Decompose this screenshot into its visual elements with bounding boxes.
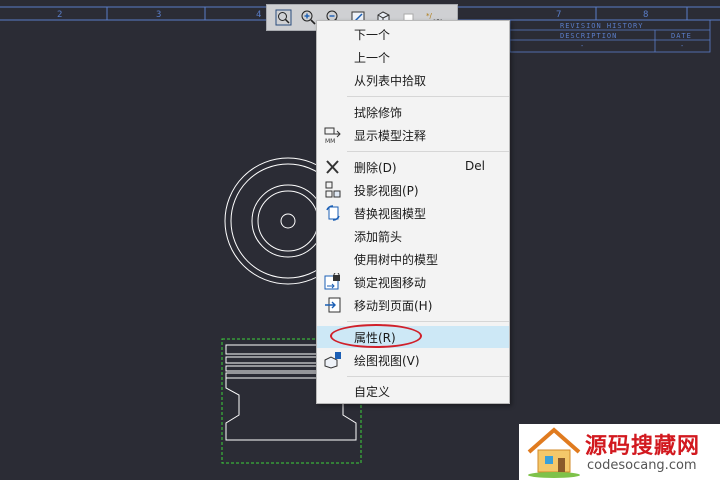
menu-item-properties[interactable]: 属性(R) bbox=[317, 326, 509, 348]
menu-item-label: 自定义 bbox=[354, 385, 391, 399]
zone-label-2: 2 bbox=[57, 10, 62, 20]
menu-item-shortcut: Del bbox=[465, 159, 485, 173]
move-to-sheet-icon bbox=[325, 297, 341, 313]
context-menu: 下一个 上一个 从列表中拾取 拭除修饰 MM 显示模型注释 删除(D) Del … bbox=[316, 20, 510, 404]
menu-item-erase-cosmetic[interactable]: 拭除修饰 bbox=[317, 101, 509, 123]
menu-item-label: 锁定视图移动 bbox=[354, 276, 427, 290]
menu-separator bbox=[347, 151, 509, 152]
watermark: 源码搜藏网 codesocang.com bbox=[519, 424, 720, 480]
menu-item-previous[interactable]: 上一个 bbox=[317, 46, 509, 68]
menu-item-label: 替换视图模型 bbox=[354, 207, 427, 221]
revision-table-title: REVISION HISTORY bbox=[560, 22, 643, 30]
menu-item-add-arrows[interactable]: 添加箭头 bbox=[317, 225, 509, 247]
revision-col-date: DATE bbox=[671, 32, 692, 40]
watermark-title: 源码搜藏网 bbox=[585, 434, 701, 459]
menu-item-label: 绘图视图(V) bbox=[354, 354, 420, 368]
zone-label-8: 8 bbox=[643, 10, 648, 20]
menu-item-show-model-annotations[interactable]: MM 显示模型注释 bbox=[317, 124, 509, 146]
projection-view-icon bbox=[325, 181, 341, 198]
menu-item-next[interactable]: 下一个 bbox=[317, 23, 509, 45]
menu-item-label: 下一个 bbox=[354, 28, 391, 42]
menu-item-pick-from-list[interactable]: 从列表中拾取 bbox=[317, 69, 509, 91]
house-logo-icon bbox=[527, 427, 581, 478]
menu-item-label: 移动到页面(H) bbox=[354, 299, 433, 313]
revision-dash-description: - bbox=[580, 42, 585, 50]
menu-item-label: 添加箭头 bbox=[354, 230, 403, 244]
menu-item-label: 拭除修饰 bbox=[354, 106, 403, 120]
menu-separator bbox=[347, 376, 509, 377]
menu-separator bbox=[347, 321, 509, 322]
menu-item-replace-view-model[interactable]: 替换视图模型 bbox=[317, 202, 509, 224]
zone-label-4: 4 bbox=[256, 10, 261, 20]
zone-label-7: 7 bbox=[556, 10, 561, 20]
menu-item-lock-view-movement[interactable]: 锁定视图移动 bbox=[317, 271, 509, 293]
svg-text:*/: */ bbox=[426, 12, 433, 20]
menu-item-move-to-sheet[interactable]: 移动到页面(H) bbox=[317, 294, 509, 316]
menu-item-label: 删除(D) bbox=[354, 161, 397, 175]
menu-item-label: 从列表中拾取 bbox=[354, 74, 427, 88]
svg-text:MM: MM bbox=[325, 138, 335, 144]
drawing-view-icon bbox=[324, 352, 341, 369]
menu-item-label: 使用树中的模型 bbox=[354, 253, 439, 267]
menu-item-label: 属性(R) bbox=[354, 331, 396, 345]
menu-separator bbox=[347, 96, 509, 97]
menu-item-label: 上一个 bbox=[354, 51, 391, 65]
zoom-in-icon bbox=[301, 10, 316, 25]
menu-item-label: 显示模型注释 bbox=[354, 129, 427, 143]
menu-item-drawing-view[interactable]: 绘图视图(V) bbox=[317, 349, 509, 371]
menu-item-projection-view[interactable]: 投影视图(P) bbox=[317, 179, 509, 201]
menu-item-customize[interactable]: 自定义 bbox=[317, 380, 509, 402]
revision-col-description: DESCRIPTION bbox=[560, 32, 617, 40]
revision-dash-date: - bbox=[680, 42, 685, 50]
watermark-url: codesocang.com bbox=[587, 458, 697, 473]
menu-item-delete[interactable]: 删除(D) Del bbox=[317, 156, 509, 178]
replace-view-model-icon bbox=[326, 205, 340, 221]
zone-label-3: 3 bbox=[156, 10, 161, 20]
zoom-fit-icon bbox=[275, 9, 291, 26]
menu-item-label: 投影视图(P) bbox=[354, 184, 419, 198]
zoom-fit-button[interactable] bbox=[271, 7, 295, 29]
lock-view-icon bbox=[324, 273, 340, 290]
show-model-annotations-icon: MM bbox=[324, 127, 341, 144]
menu-item-use-model-in-tree[interactable]: 使用树中的模型 bbox=[317, 248, 509, 270]
delete-icon bbox=[326, 160, 339, 174]
